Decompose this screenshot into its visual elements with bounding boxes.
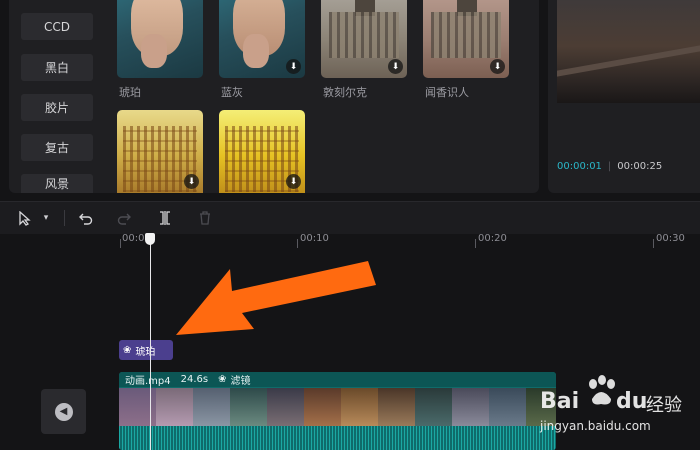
filter-clip[interactable]: ❀ 琥珀 [119,340,173,360]
track-audio-button[interactable]: ◀ [41,389,86,434]
clip-frames [119,388,556,426]
category-landscape[interactable]: 风景 [21,174,93,193]
clip-duration: 24.6s [180,374,209,385]
chevron-down-icon[interactable]: ▾ [38,202,54,234]
clip-filename: 动画.mp4 [125,376,171,387]
total-time: 00:00:25 [617,161,663,172]
watermark-brand: Bai [540,389,580,414]
timeline-toolbar: ▾ [0,201,700,234]
filter-label: 琥珀 [119,86,141,99]
ruler-label: 00:10 [300,233,329,244]
download-icon[interactable]: ⬇ [184,174,199,189]
select-cursor-icon[interactable] [14,202,34,234]
filter-label: 闻香识人 [425,86,469,99]
annotation-arrow-icon [176,261,376,335]
filter-icon: ❀ [123,344,132,356]
audio-waveform [119,426,556,450]
video-clip-header: 动画.mp4 24.6s ❀ 滤镜 [119,372,556,387]
watermark-brand-2: du [616,389,648,414]
category-film[interactable]: 胶片 [21,94,93,121]
baidu-watermark: Bai du 经验 jingyan.baidu.com [540,375,700,450]
filter-label: 敦刻尔克 [323,86,367,99]
filter-thumb-amber[interactable] [117,0,203,78]
filter-thumb-dunkirk[interactable]: ⬇ [321,0,407,78]
undo-icon[interactable] [76,202,96,234]
download-icon[interactable]: ⬇ [490,59,505,74]
filter-panel: CCD 黑白 胶片 复古 风景 琥珀 ⬇ 蓝灰 ⬇ 敦刻尔克 ⬇ 闻香识人 ⬇ … [9,0,539,193]
watermark-site: 经验 [646,395,682,416]
playhead-line[interactable] [150,238,151,450]
split-icon[interactable] [155,202,175,234]
speaker-icon: ◀ [54,402,73,421]
video-clip[interactable]: 动画.mp4 24.6s ❀ 滤镜 [119,372,556,450]
timeline-ruler[interactable]: 00:00 00:10 00:20 00:30 [0,233,700,248]
download-icon[interactable]: ⬇ [388,59,403,74]
watermark-url: jingyan.baidu.com [540,419,651,433]
preview-timecode: 00:00:01 | 00:00:25 [557,161,663,172]
redo-icon[interactable] [114,202,134,234]
filter-icon: ❀ [218,374,227,385]
paw-icon [589,375,615,405]
delete-icon[interactable] [195,202,215,234]
preview-video [557,0,700,103]
ruler-label: 00:20 [478,233,507,244]
ruler-label: 00:30 [656,233,685,244]
download-icon[interactable]: ⬇ [286,174,301,189]
category-ccd[interactable]: CCD [21,13,93,40]
filter-thumb-gold-2[interactable]: ⬇ [219,110,305,193]
playhead-handle[interactable] [145,233,155,245]
clip-filter-tag: 滤镜 [230,376,251,387]
category-black-white[interactable]: 黑白 [21,54,93,81]
filter-thumb-perfume[interactable]: ⬇ [423,0,509,78]
download-icon[interactable]: ⬇ [286,59,301,74]
category-retro[interactable]: 复古 [21,134,93,161]
filter-clip-label: 琥珀 [135,346,156,358]
filter-thumb-gold-1[interactable]: ⬇ [117,110,203,193]
filter-thumb-blue-grey[interactable]: ⬇ [219,0,305,78]
current-time: 00:00:01 [557,161,602,172]
filter-label: 蓝灰 [221,86,243,99]
